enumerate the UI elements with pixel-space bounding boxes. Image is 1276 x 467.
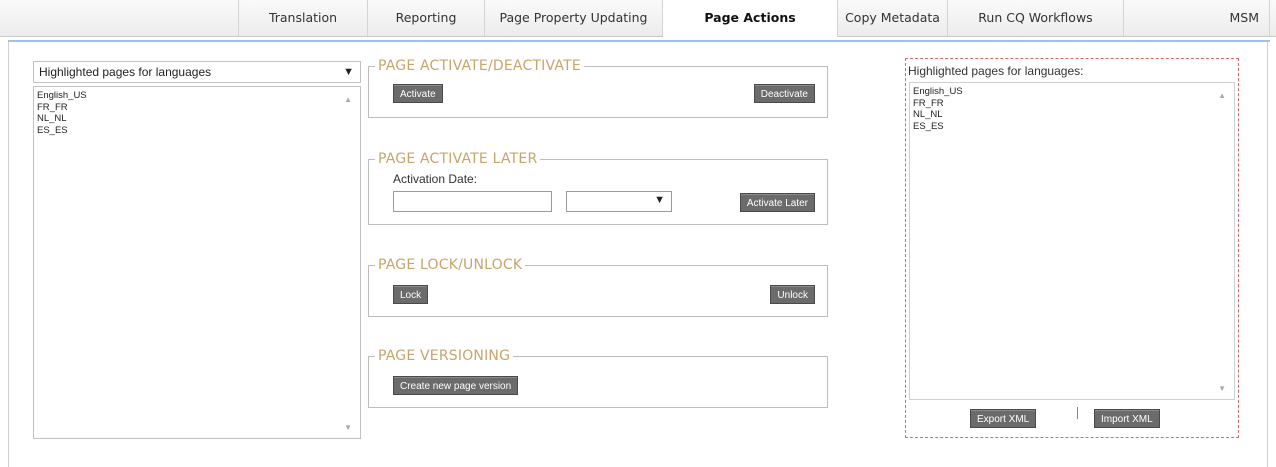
scroll-up-icon[interactable]: ▲	[344, 95, 352, 104]
activation-date-label: Activation Date:	[393, 172, 478, 186]
create-page-version-button[interactable]: Create new page version	[393, 376, 519, 395]
language-filter-dropdown[interactable]: Highlighted pages for languages ▼	[33, 61, 361, 83]
activate-deactivate-fieldset: PAGE ACTIVATE/DEACTIVATE Activate Deacti…	[368, 58, 828, 118]
import-xml-button[interactable]: Import XML	[1094, 409, 1160, 428]
tab-page-property-updating[interactable]: Page Property Updating	[485, 0, 663, 36]
lock-unlock-legend: PAGE LOCK/UNLOCK	[375, 257, 526, 273]
language-pages-listbox[interactable]: English_US FR_FR NL_NL ES_ES ▲ ▼	[33, 86, 361, 439]
scroll-up-icon[interactable]: ▲	[1218, 91, 1226, 100]
highlighted-pages-listbox[interactable]: English_US FR_FR NL_NL ES_ES ▲ ▼	[909, 82, 1235, 400]
activation-time-select[interactable]: ▼	[566, 191, 672, 212]
tab-translation[interactable]: Translation	[238, 0, 368, 36]
unlock-button[interactable]: Unlock	[770, 285, 815, 304]
highlighted-pages-panel: Highlighted pages for languages: English…	[905, 58, 1239, 438]
list-item[interactable]: English_US	[37, 90, 87, 102]
lock-unlock-fieldset: PAGE LOCK/UNLOCK Lock Unlock	[368, 257, 828, 317]
list-item[interactable]: ES_ES	[37, 125, 87, 137]
page-versioning-legend: PAGE VERSIONING	[375, 348, 514, 364]
list-item[interactable]: ES_ES	[913, 121, 963, 133]
list-item[interactable]: NL_NL	[37, 113, 87, 125]
list-item[interactable]: FR_FR	[37, 102, 87, 114]
tab-reporting[interactable]: Reporting	[368, 0, 485, 36]
tab-page-actions[interactable]: Page Actions	[663, 0, 838, 37]
list-item[interactable]: English_US	[913, 86, 963, 98]
dropdown-selected-value: Highlighted pages for languages	[39, 65, 212, 79]
tab-msm[interactable]: MSM	[1124, 0, 1270, 36]
activate-later-legend: PAGE ACTIVATE LATER	[375, 151, 541, 167]
activate-later-fieldset: PAGE ACTIVATE LATER Activation Date: ▼ A…	[368, 151, 828, 225]
activate-button[interactable]: Activate	[393, 84, 443, 103]
activate-deactivate-legend: PAGE ACTIVATE/DEACTIVATE	[375, 58, 584, 74]
tab-copy-metadata[interactable]: Copy Metadata	[838, 0, 948, 36]
lock-button[interactable]: Lock	[393, 285, 429, 304]
highlighted-pages-title: Highlighted pages for languages:	[908, 64, 1084, 78]
button-separator	[1077, 407, 1078, 419]
deactivate-button[interactable]: Deactivate	[753, 84, 815, 103]
page-versioning-fieldset: PAGE VERSIONING Create new page version	[368, 348, 828, 408]
export-xml-button[interactable]: Export XML	[970, 409, 1037, 428]
dropdown-arrow-icon: ▼	[343, 66, 354, 78]
tab-run-cq-workflows[interactable]: Run CQ Workflows	[948, 0, 1124, 36]
tab-bar: Translation Reporting Page Property Upda…	[0, 0, 1276, 37]
list-item[interactable]: NL_NL	[913, 109, 963, 121]
activate-later-button[interactable]: Activate Later	[739, 193, 815, 212]
list-item[interactable]: FR_FR	[913, 98, 963, 110]
activation-date-input[interactable]	[393, 191, 552, 212]
scroll-down-icon[interactable]: ▼	[1218, 384, 1226, 393]
chevron-down-icon: ▼	[654, 194, 665, 206]
scroll-down-icon[interactable]: ▼	[344, 423, 352, 432]
